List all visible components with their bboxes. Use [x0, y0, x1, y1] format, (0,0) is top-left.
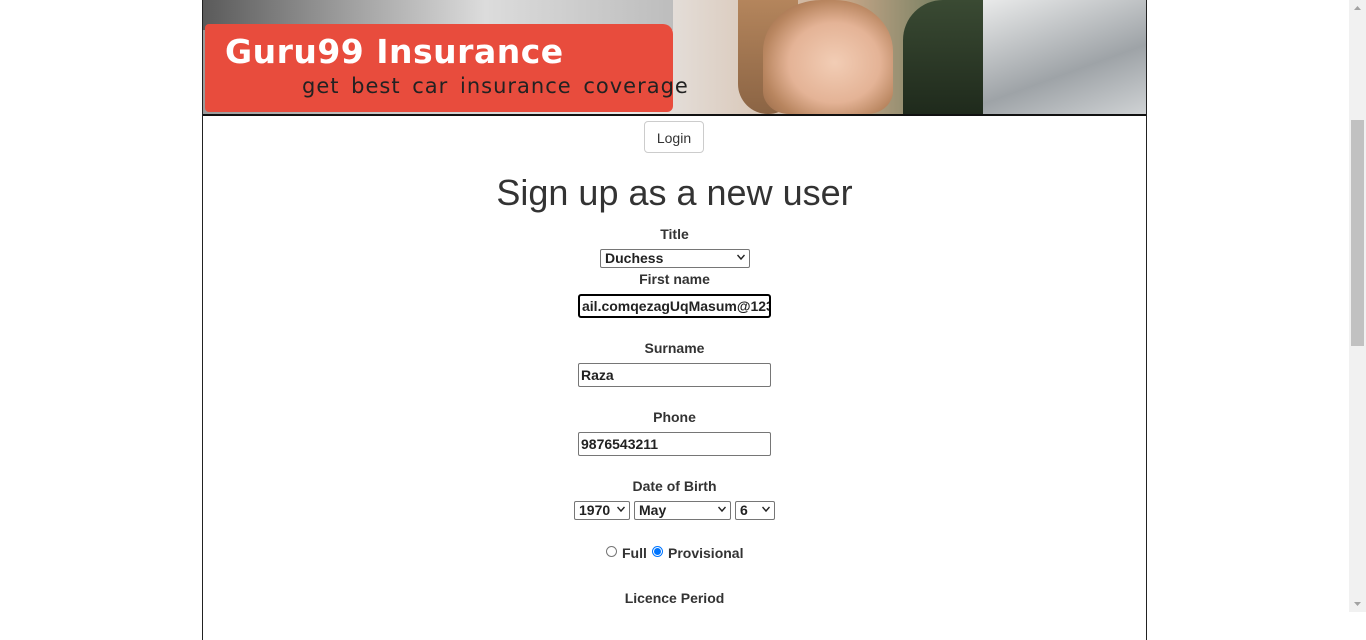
surname-label: Surname — [644, 340, 705, 356]
title-label: Title — [660, 226, 689, 242]
chevron-down-icon — [617, 506, 625, 513]
dob-year-select[interactable]: 1970 — [574, 501, 630, 520]
phone-input[interactable]: 9876543211 — [578, 432, 771, 456]
title-select[interactable]: Duchess — [600, 249, 750, 268]
dob-day-select[interactable]: 6 — [735, 501, 775, 520]
first-name-input[interactable]: ail.comqezagUqMasum@123 — [578, 294, 771, 318]
page-container: Guru99 Insurance get best car insurance … — [202, 0, 1147, 640]
chevron-down-icon — [737, 254, 745, 261]
licence-provisional-label: Provisional — [668, 545, 744, 561]
banner-photo-face — [763, 0, 893, 114]
page-title: Sign up as a new user — [496, 172, 853, 213]
dob-month-select[interactable]: May — [634, 501, 731, 520]
licence-full-radio[interactable] — [606, 546, 617, 557]
brand-logo-text: Guru99 Insurance — [225, 32, 564, 71]
scrollbar-thumb[interactable] — [1351, 120, 1364, 346]
header-banner: Guru99 Insurance get best car insurance … — [203, 0, 1146, 116]
surname-input[interactable]: Raza — [578, 363, 771, 387]
dob-day-value: 6 — [740, 502, 748, 518]
licence-full-label: Full — [622, 545, 647, 561]
title-select-value: Duchess — [605, 250, 664, 266]
brand-tagline: get best car insurance coverage — [302, 74, 689, 98]
page-scrollbar[interactable] — [1349, 0, 1366, 612]
dob-label: Date of Birth — [632, 478, 717, 494]
chevron-down-icon — [718, 506, 726, 513]
dob-month-value: May — [639, 502, 667, 518]
dob-year-value: 1970 — [579, 502, 611, 518]
scroll-up-arrow-icon[interactable] — [1349, 0, 1366, 17]
licence-period-label: Licence Period — [624, 590, 725, 606]
phone-label: Phone — [653, 409, 696, 425]
chevron-down-icon — [762, 506, 770, 513]
licence-provisional-radio[interactable] — [652, 546, 663, 557]
scroll-down-arrow-icon[interactable] — [1349, 595, 1366, 612]
login-button[interactable]: Login — [644, 121, 704, 153]
first-name-label: First name — [639, 271, 710, 287]
banner-photo-car-seat — [983, 0, 1146, 114]
